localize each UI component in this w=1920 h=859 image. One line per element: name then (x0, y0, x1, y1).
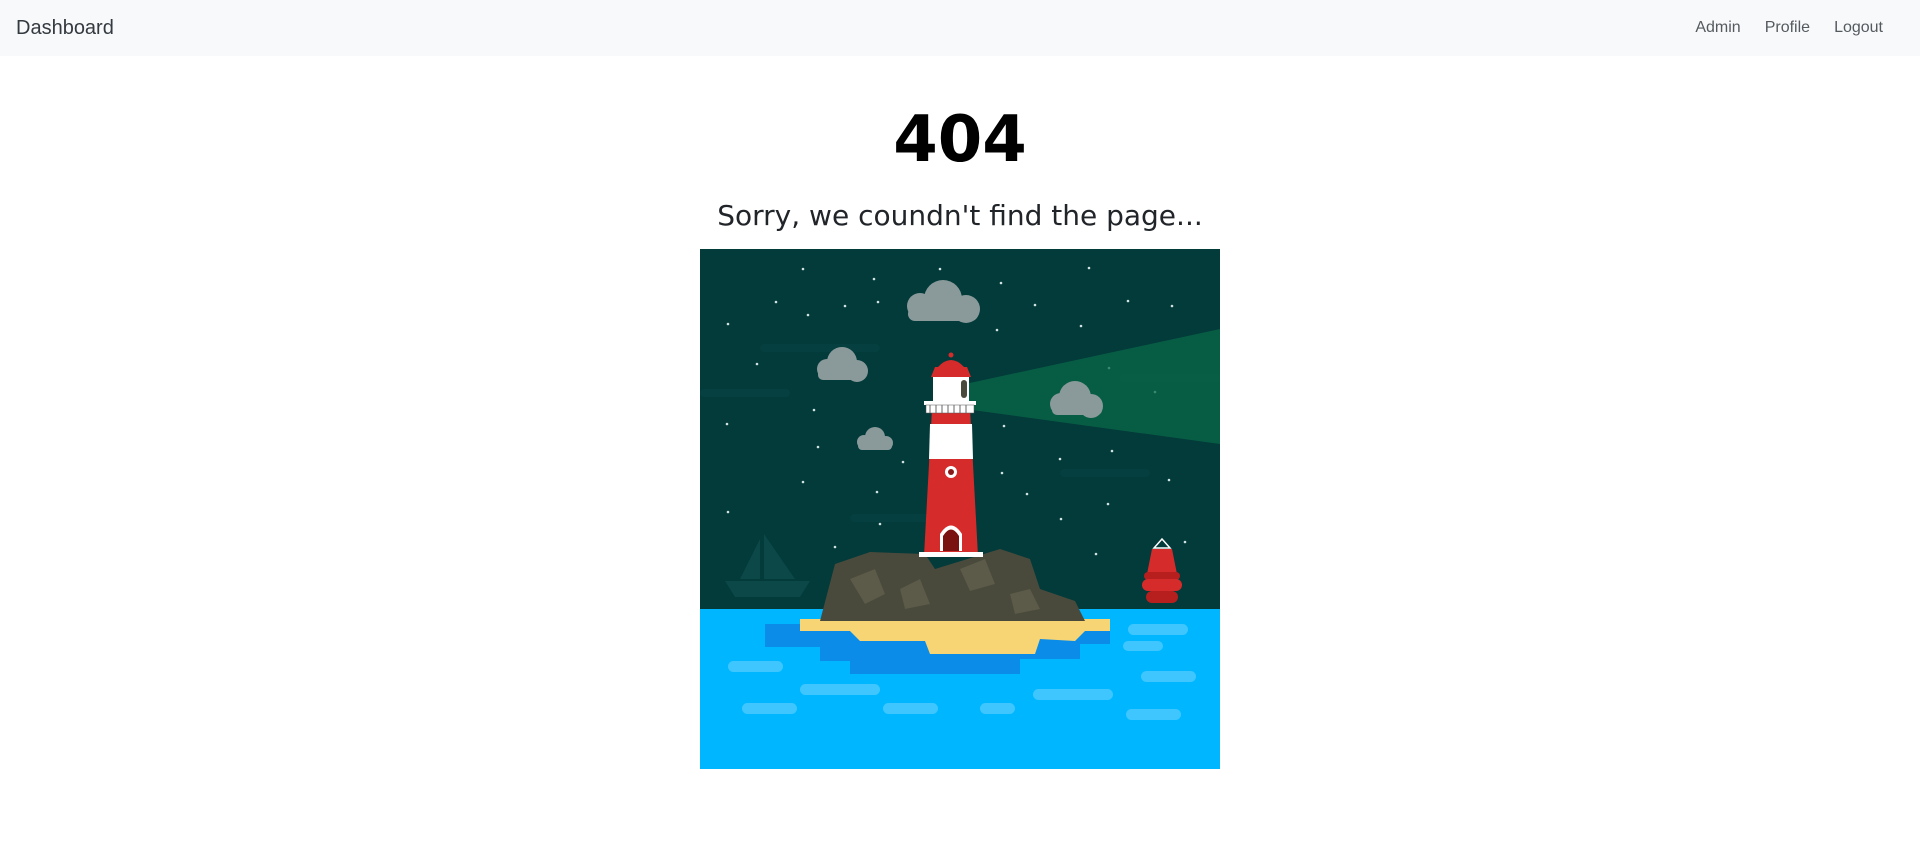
error-code: 404 (893, 103, 1027, 177)
top-navbar: Dashboard Admin Profile Logout (0, 0, 1920, 56)
nav-links: Admin Profile Logout (1679, 18, 1891, 38)
error-message: Sorry, we coundn't find the page... (717, 199, 1203, 232)
nav-link-logout[interactable]: Logout (1826, 18, 1891, 38)
nav-link-admin[interactable]: Admin (1687, 18, 1748, 38)
brand-link[interactable]: Dashboard (16, 16, 114, 40)
lighthouse-illustration (700, 249, 1220, 769)
nav-link-profile[interactable]: Profile (1757, 18, 1818, 38)
